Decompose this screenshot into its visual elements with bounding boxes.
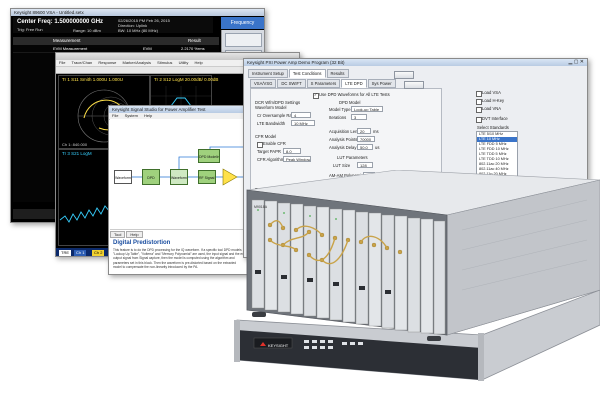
enable-cfr-label: Enable CFR: [263, 141, 286, 146]
target-papr-label: Target PAPR: [257, 149, 281, 154]
brand-label: KEYSIGHT: [268, 343, 289, 348]
analysis-delay-unit: us: [375, 145, 380, 150]
trigger-setting: Trig: Free Run: [17, 27, 43, 32]
channel-chip[interactable]: Ch 2: [92, 250, 105, 256]
action-button[interactable]: [394, 71, 414, 79]
menu-trace[interactable]: Trace/Chan: [72, 60, 93, 65]
tab-vsa-vsg[interactable]: VSA/VSG: [250, 79, 277, 88]
tab-test-conditions[interactable]: Test Conditions: [288, 69, 326, 78]
s21-pane[interactable]: Tr 3 S21 LogM: [58, 149, 112, 246]
status-chip[interactable]: TRE: [59, 250, 71, 256]
analysis-points-field[interactable]: 70000: [357, 136, 375, 142]
tab-tool[interactable]: Tool: [110, 231, 126, 238]
menu-help[interactable]: Help: [194, 60, 202, 65]
dpd-block[interactable]: DPD: [142, 169, 160, 185]
cfr-model-heading: CFR Model: [255, 134, 277, 139]
analysis-delay-label: Analysis Delay: [329, 145, 357, 150]
load-vna-label: Load VNA: [482, 106, 502, 111]
top-tabs: Instrument Setup Test Conditions Results: [248, 69, 350, 78]
menu-response[interactable]: Response: [98, 60, 116, 65]
tab-instrument-setup[interactable]: Instrument Setup: [248, 69, 288, 78]
row-label: EVM Measurement: [53, 46, 88, 51]
action-button[interactable]: [404, 81, 424, 89]
vsa-titlebar: Keysight 89600 VSA - Untitled.setx: [11, 9, 264, 16]
frequency-tab[interactable]: Frequency: [221, 17, 264, 29]
sub-tabs: VSA/VSG DC SWIFT S Parameters LTE DPD Sys Po…: [250, 79, 397, 88]
menu-system[interactable]: System: [125, 113, 138, 118]
cfr-algorithm-select[interactable]: Peak Window: [283, 156, 311, 162]
lte-bandwidth-label: LTE Bandwidth: [257, 121, 286, 126]
cfr-algorithm-label: CFR Algorithm: [257, 157, 285, 162]
pxi-titlebar: Keysight PXI Power Amp Demo Program (32 …: [244, 59, 587, 66]
load-hkey-label: Load H-Key: [482, 98, 505, 103]
cr-oversample-select[interactable]: 4: [291, 112, 311, 118]
help-title: Digital Predistortion: [113, 240, 171, 246]
tab-s-parameters[interactable]: S Parameters: [306, 79, 341, 88]
tab-sys-power[interactable]: Sys Power: [367, 79, 396, 88]
tab-dc-swift[interactable]: DC SWIFT: [277, 79, 306, 88]
s21-trace: [59, 205, 111, 223]
pane-footer: Ch 1: 840.000: [62, 142, 88, 147]
dpd-model-heading: DPD Model: [339, 100, 361, 105]
softkey[interactable]: [225, 33, 262, 47]
lte-bandwidth-select[interactable]: 10 MHz: [291, 120, 315, 126]
dvt-interface-label: DVT Interface: [482, 116, 508, 121]
acquisition-length-field[interactable]: 20: [357, 128, 371, 134]
menu-utility[interactable]: Utility: [179, 60, 189, 65]
range-readout: Range: 10 dBm: [73, 28, 101, 33]
target-papr-field[interactable]: 8.0: [283, 148, 301, 154]
model-type-label: Model Type: [329, 107, 351, 112]
waveform-model-heading: Waveform Model: [255, 105, 287, 110]
menu-file[interactable]: File: [112, 113, 118, 118]
menu-help[interactable]: Help: [144, 113, 152, 118]
menu-file[interactable]: File: [59, 60, 65, 65]
help-tabs: Tool Help: [110, 231, 144, 238]
table-header: Measurement Result: [13, 37, 219, 45]
col-result: Result: [188, 38, 201, 43]
model-type-select[interactable]: Look-up Table: [351, 106, 383, 112]
menu-stimulus[interactable]: Stimulus: [157, 60, 172, 65]
tab-help[interactable]: Help: [126, 231, 143, 238]
col-measurement: Measurement: [53, 38, 81, 43]
select-standards-heading: Select Standards: [477, 125, 509, 130]
lut-size-field[interactable]: 128: [357, 162, 373, 168]
acquisition-length-unit: ms: [373, 129, 379, 134]
pxi-chassis-image: KEYSIGHT M9018A: [234, 170, 600, 381]
signal-generator-block[interactable]: RF Signal Generator: [198, 170, 216, 184]
use-dpd-label: Use DPD Waveforms for All LTE Tests: [319, 92, 390, 97]
window-controls-icon[interactable]: ▁ ▢ ✕: [568, 59, 584, 66]
iterations-field[interactable]: 3: [351, 114, 367, 120]
menu-marker[interactable]: Marker/Analysis: [123, 60, 151, 65]
waveform-block[interactable]: Waveform: [114, 170, 132, 184]
channel-chip[interactable]: Ch 1: [74, 250, 87, 256]
dpd-modeling-block[interactable]: DPD Modeling: [198, 149, 220, 163]
playback-block[interactable]: Waveform Playback: [170, 169, 188, 185]
load-vsa-label: Load VSA: [482, 90, 501, 95]
bandwidth-readout: BW: 10 MHz (80 MHz): [118, 28, 158, 33]
iterations-label: Iterations: [329, 115, 347, 120]
analysis-points-label: Analysis Points: [329, 137, 358, 142]
lut-parameters-heading: LUT Parameters: [337, 155, 368, 160]
pxi-title: Keysight PXI Power Amp Demo Program (32 …: [247, 60, 345, 65]
center-frequency[interactable]: Center Freq: 1.500000000 GHz: [17, 19, 103, 25]
row-value: 2.2170 %rms: [181, 46, 205, 51]
rack-ear-right: [478, 333, 484, 381]
analysis-delay-field[interactable]: 50.0: [357, 144, 373, 150]
tab-results[interactable]: Results: [326, 69, 349, 78]
lut-size-label: LUT Size: [333, 163, 351, 168]
rack-ear-left: [234, 320, 240, 362]
tab-lte-dpd[interactable]: LTE DPD: [341, 79, 367, 88]
row-name: EVM: [143, 46, 152, 51]
vsa-header: Center Freq: 1.500000000 GHz Trig: Free …: [13, 17, 213, 33]
chassis-model-label: M9018A: [254, 205, 268, 209]
